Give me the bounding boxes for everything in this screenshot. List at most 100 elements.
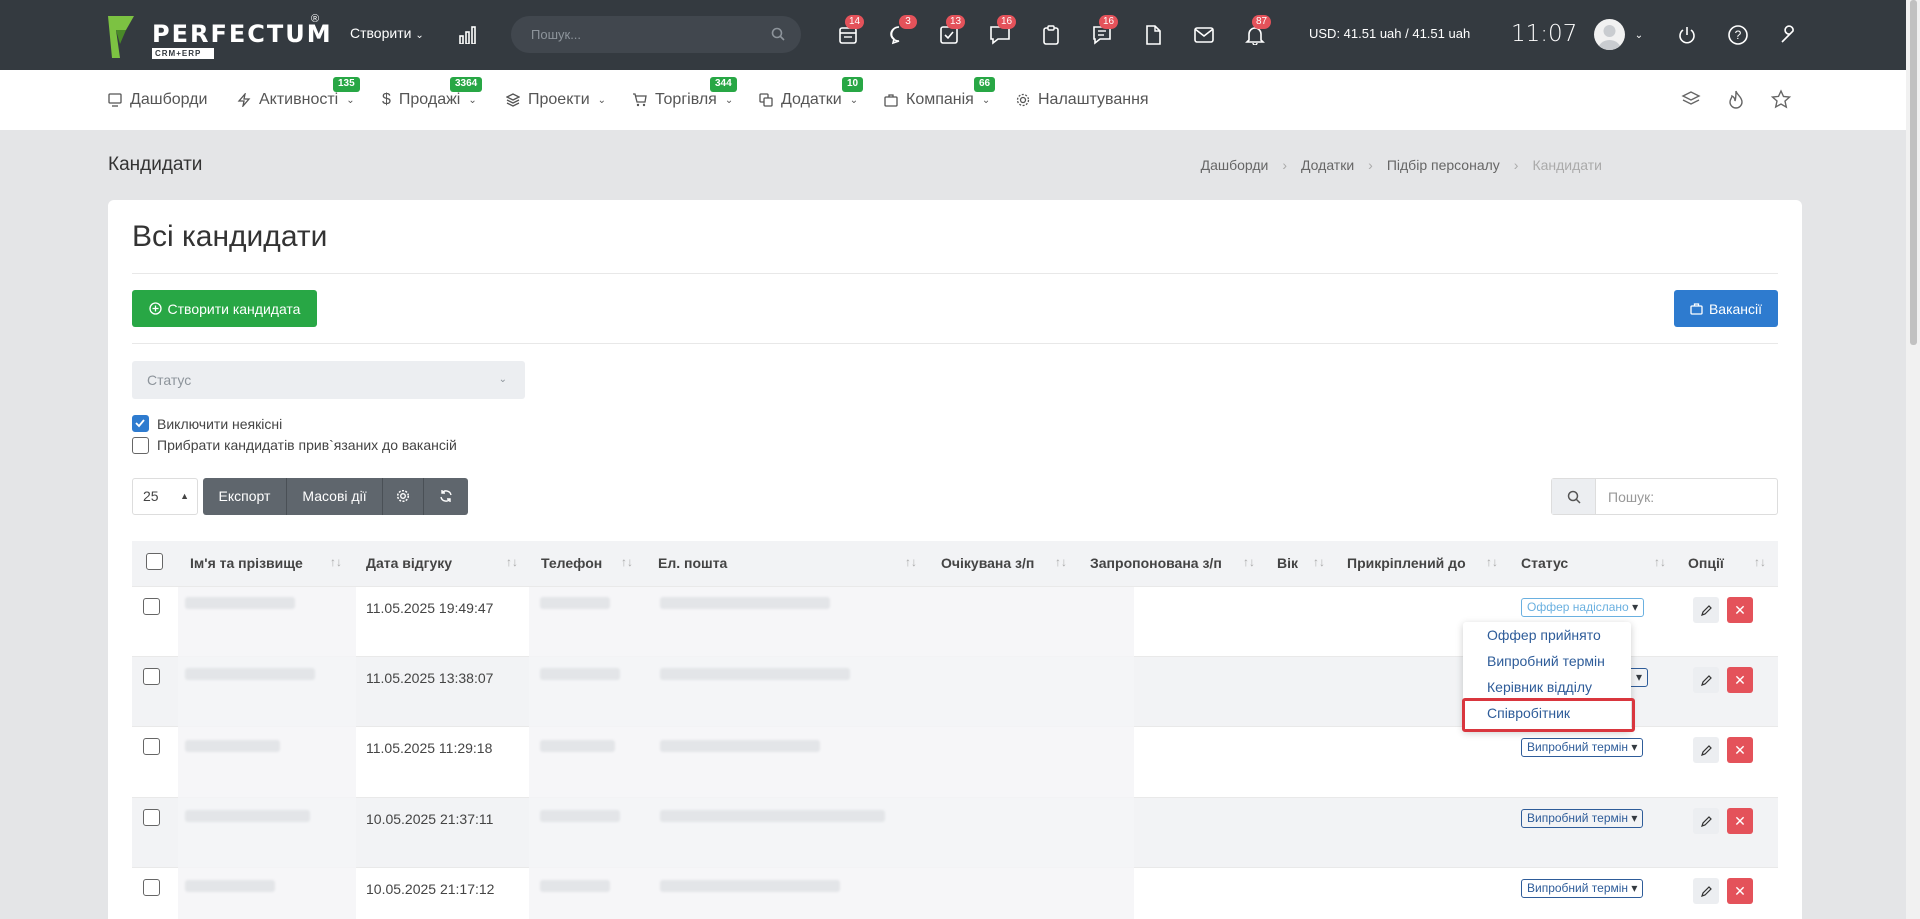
calendar-icon[interactable]: 14 xyxy=(835,15,865,48)
refresh-button[interactable] xyxy=(424,478,468,515)
nav-item-addons[interactable]: Додатки ⌄ 10 xyxy=(759,77,864,109)
logo-mark-icon xyxy=(108,16,134,58)
table-search-placeholder: Пошук: xyxy=(1608,489,1655,505)
nav-item-projects[interactable]: Проекти ⌄ xyxy=(506,91,606,109)
avatar[interactable] xyxy=(1594,19,1625,50)
chevron-down-icon: ⌄ xyxy=(849,94,859,106)
column-header-date[interactable]: Дата відгуку xyxy=(366,555,452,571)
messages-icon[interactable]: 16 xyxy=(987,15,1017,48)
exclude-checkbox[interactable] xyxy=(132,415,149,432)
logo-text[interactable]: PERFECTUM xyxy=(152,20,333,48)
sort-icon[interactable]: ↑↓ xyxy=(1313,555,1325,569)
page-size-select[interactable]: 25 ▲ xyxy=(132,478,198,515)
nav-item-sales[interactable]: $ Продажі ⌄ 3364 xyxy=(382,77,483,109)
top-search-input[interactable]: Пошук... xyxy=(511,16,801,53)
column-header-email[interactable]: Ел. пошта xyxy=(658,555,727,571)
row-checkbox[interactable] xyxy=(143,738,160,755)
breadcrumb-item[interactable]: Додатки xyxy=(1301,157,1354,173)
clipboard-icon[interactable] xyxy=(1038,22,1064,48)
plus-circle-icon xyxy=(148,302,162,315)
nav-item-company[interactable]: Компанія ⌄ 66 xyxy=(884,77,996,109)
delete-button[interactable]: ✕ xyxy=(1727,808,1753,834)
star-icon[interactable] xyxy=(1770,88,1792,110)
status-filter-select[interactable]: Статус ⌄ xyxy=(132,361,525,399)
delete-button[interactable]: ✕ xyxy=(1727,878,1753,904)
chevron-down-icon: ⌄ xyxy=(724,94,734,106)
select-all-checkbox[interactable] xyxy=(146,553,163,570)
sort-icon[interactable]: ↑↓ xyxy=(1754,555,1766,569)
create-candidate-label: Створити кандидата xyxy=(167,300,301,317)
notes-icon[interactable]: 16 xyxy=(1089,15,1119,48)
sort-icon[interactable]: ↑↓ xyxy=(330,555,342,569)
power-icon[interactable] xyxy=(1674,22,1700,48)
scrollbar-thumb[interactable] xyxy=(1910,0,1917,345)
sort-icon[interactable]: ↑↓ xyxy=(1243,555,1255,569)
export-button[interactable]: Експорт xyxy=(203,478,287,515)
sort-icon[interactable]: ↑↓ xyxy=(1654,555,1666,569)
layers-icon[interactable] xyxy=(1680,88,1702,110)
sort-icon[interactable]: ↑↓ xyxy=(621,555,633,569)
column-header-expected-salary[interactable]: Очікувана з/п xyxy=(941,555,1034,571)
row-checkbox[interactable] xyxy=(143,598,160,615)
messages-badge: 16 xyxy=(997,15,1017,29)
edit-button[interactable] xyxy=(1693,808,1719,834)
mass-actions-button[interactable]: Масові дії xyxy=(287,478,383,515)
sort-icon[interactable]: ↑↓ xyxy=(506,555,518,569)
column-header-name[interactable]: Ім'я та прізвище xyxy=(190,555,303,571)
edit-button[interactable] xyxy=(1693,878,1719,904)
dropdown-option[interactable]: Керівник відділу xyxy=(1487,679,1592,695)
nav-item-trade[interactable]: Торгівля ⌄ 344 xyxy=(632,77,737,109)
column-header-status[interactable]: Статус xyxy=(1521,555,1568,571)
table-settings-button[interactable] xyxy=(383,478,424,515)
status-dropdown-button[interactable]: Випробний термін ▾ xyxy=(1521,879,1644,898)
bell-icon[interactable]: 87 xyxy=(1242,15,1272,48)
row-checkbox[interactable] xyxy=(143,668,160,685)
column-header-offered-salary[interactable]: Запропонована з/п xyxy=(1090,555,1222,571)
chevron-down-icon: ⌄ xyxy=(415,30,424,41)
status-dropdown-button[interactable]: Оффер надіслано ▾ xyxy=(1521,598,1645,617)
create-candidate-button[interactable]: Створити кандидата xyxy=(132,290,317,327)
status-dropdown-button[interactable]: Випробний термін ▾ xyxy=(1521,809,1644,828)
nav-item-settings[interactable]: Налаштування xyxy=(1016,91,1149,109)
nav-item-dashboards[interactable]: Дашборди xyxy=(108,91,207,109)
sort-icon[interactable]: ↑↓ xyxy=(905,555,917,569)
mail-icon[interactable] xyxy=(1191,22,1217,48)
dropdown-option[interactable]: Оффер прийнято xyxy=(1487,627,1601,643)
table-search-input[interactable]: Пошук: xyxy=(1551,478,1778,515)
create-menu[interactable]: Створити ⌄ xyxy=(350,25,424,41)
sort-icon[interactable]: ↑↓ xyxy=(1055,555,1067,569)
clock: 11:07 xyxy=(1511,21,1578,47)
currency-rate: USD: 41.51 uah / 41.51 uah xyxy=(1309,26,1471,41)
tasks-icon[interactable]: 13 xyxy=(936,15,966,48)
row-checkbox[interactable] xyxy=(143,809,160,826)
edit-button[interactable] xyxy=(1693,737,1719,763)
column-header-phone[interactable]: Телефон xyxy=(541,555,602,571)
avatar-chevron-icon[interactable]: ⌄ xyxy=(1632,22,1646,48)
vacancies-button[interactable]: Вакансії xyxy=(1674,290,1778,327)
dropdown-option[interactable]: Випробний термін xyxy=(1487,653,1605,669)
row-checkbox[interactable] xyxy=(143,879,160,896)
stats-icon[interactable] xyxy=(456,22,482,48)
chat-icon[interactable]: 3 xyxy=(886,15,917,48)
edit-button[interactable] xyxy=(1693,597,1719,623)
remove-linked-checkbox[interactable] xyxy=(132,437,149,454)
status-dropdown-button[interactable]: Випробний термін ▾ xyxy=(1521,738,1644,757)
wrench-icon[interactable] xyxy=(1776,22,1802,48)
column-header-options[interactable]: Опції xyxy=(1688,555,1724,571)
sort-icon[interactable]: ↑↓ xyxy=(1486,555,1498,569)
breadcrumb-item[interactable]: Підбір персоналу xyxy=(1387,157,1500,173)
fire-icon[interactable] xyxy=(1725,88,1747,110)
delete-button[interactable]: ✕ xyxy=(1727,597,1753,623)
delete-button[interactable]: ✕ xyxy=(1727,667,1753,693)
blurred-text xyxy=(660,668,850,680)
column-header-age[interactable]: Вік xyxy=(1277,555,1298,571)
nav-label: Додатки xyxy=(781,91,842,108)
file-icon[interactable] xyxy=(1140,22,1166,48)
edit-button[interactable] xyxy=(1693,667,1719,693)
delete-button[interactable]: ✕ xyxy=(1727,737,1753,763)
help-icon[interactable]: ? xyxy=(1725,22,1751,48)
breadcrumb-item[interactable]: Дашборди xyxy=(1201,157,1269,173)
pencil-icon xyxy=(1700,674,1712,686)
nav-item-activities[interactable]: Активності ⌄ 135 xyxy=(237,77,360,109)
column-header-attached[interactable]: Прикріплений до xyxy=(1347,555,1466,571)
